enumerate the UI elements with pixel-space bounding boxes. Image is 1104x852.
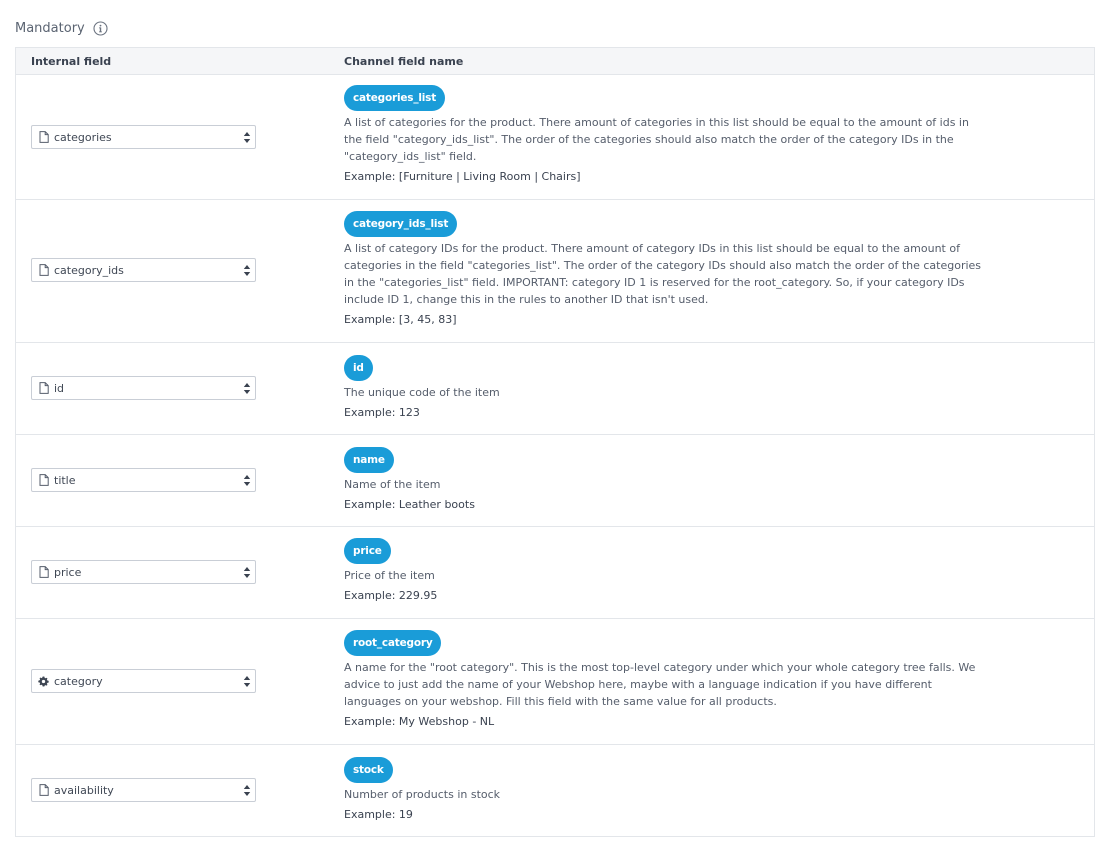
- channel-field-badge: root_category: [344, 630, 442, 656]
- internal-field-value: category: [54, 674, 103, 688]
- select-arrows-icon: [243, 132, 251, 143]
- select-arrows-icon: [243, 383, 251, 394]
- channel-field-example: Example: [3, 45, 83]: [344, 313, 457, 326]
- select-arrows-icon: [243, 567, 251, 578]
- column-header-internal-field: Internal field: [31, 54, 112, 68]
- table-row: category_ids category_ids_list A list of c…: [16, 200, 1094, 343]
- select-arrows-icon: [243, 785, 251, 796]
- table-row: id id The unique code of the item Example: …: [16, 343, 1094, 435]
- file-icon: [38, 784, 49, 796]
- channel-field-description: A list of categories for the product. Th…: [344, 116, 969, 163]
- internal-field-value: title: [54, 473, 76, 487]
- file-icon: [38, 264, 49, 276]
- internal-field-select[interactable]: title: [31, 468, 256, 492]
- table-row: title name Name of the item Example: Leathe…: [16, 435, 1094, 527]
- internal-field-select[interactable]: category: [31, 669, 256, 693]
- column-header-channel-field-name: Channel field name: [344, 54, 464, 68]
- select-arrows-icon: [243, 676, 251, 687]
- info-icon[interactable]: [93, 20, 108, 36]
- table-row: price price Price of the item Example: 229.…: [16, 527, 1094, 619]
- channel-field-description: A name for the "root category". This is …: [344, 661, 976, 708]
- internal-field-select[interactable]: id: [31, 376, 256, 400]
- internal-field-select[interactable]: category_ids: [31, 258, 256, 282]
- file-icon: [38, 566, 49, 578]
- channel-field-example: Example: My Webshop - NL: [344, 715, 495, 728]
- channel-field-badge: id: [344, 355, 373, 381]
- channel-field-cell: category_ids_list A list of category IDs …: [344, 211, 984, 328]
- section-header: Mandatory: [15, 18, 108, 38]
- section-title: Mandatory: [15, 20, 85, 36]
- channel-field-badge: price: [344, 538, 391, 564]
- channel-field-example: Example: Leather boots: [344, 498, 475, 511]
- internal-field-select[interactable]: price: [31, 560, 256, 584]
- internal-field-value: price: [54, 565, 82, 579]
- internal-field-value: categories: [54, 130, 112, 144]
- channel-field-cell: stock Number of products in stock Example:…: [344, 757, 984, 823]
- internal-field-value: id: [54, 381, 65, 395]
- channel-field-example: Example: [Furniture | Living Room | Chai…: [344, 170, 581, 183]
- file-icon: [38, 131, 49, 143]
- select-arrows-icon: [243, 475, 251, 486]
- channel-field-example: Example: 229.95: [344, 589, 438, 602]
- channel-field-description: Name of the item: [344, 478, 441, 491]
- channel-field-description: The unique code of the item: [344, 386, 500, 399]
- table-row: availability stock Number of products in s…: [16, 745, 1094, 836]
- internal-field-value: availability: [54, 783, 114, 797]
- table-body: categories categories_list A list of categ…: [16, 75, 1094, 836]
- channel-field-description: Price of the item: [344, 569, 435, 582]
- channel-field-description: A list of category IDs for the product. …: [344, 242, 982, 306]
- mapping-table: Internal field Channel field name catego…: [15, 47, 1095, 837]
- table-header: Internal field Channel field name: [16, 48, 1094, 75]
- channel-field-badge: category_ids_list: [344, 211, 458, 237]
- internal-field-select[interactable]: availability: [31, 778, 256, 802]
- channel-field-cell: root_category A name for the "root catego…: [344, 630, 984, 730]
- channel-field-cell: categories_list A list of categories for …: [344, 85, 984, 185]
- channel-field-cell: price Price of the item Example: 229.95: [344, 538, 984, 604]
- channel-field-example: Example: 123: [344, 406, 420, 419]
- internal-field-select[interactable]: categories: [31, 125, 256, 149]
- channel-field-cell: id The unique code of the item Example: 12…: [344, 355, 984, 421]
- table-row: category root_category A name for the "roo…: [16, 619, 1094, 745]
- gear-icon: [38, 675, 49, 687]
- channel-field-cell: name Name of the item Example: Leather boo…: [344, 447, 984, 513]
- table-row: categories categories_list A list of categ…: [16, 75, 1094, 200]
- channel-field-badge: name: [344, 447, 394, 473]
- file-icon: [38, 474, 49, 486]
- channel-field-example: Example: 19: [344, 808, 413, 821]
- channel-field-description: Number of products in stock: [344, 788, 501, 801]
- select-arrows-icon: [243, 265, 251, 276]
- internal-field-value: category_ids: [54, 263, 124, 277]
- file-icon: [38, 382, 49, 394]
- channel-field-badge: stock: [344, 757, 393, 783]
- channel-field-badge: categories_list: [344, 85, 446, 111]
